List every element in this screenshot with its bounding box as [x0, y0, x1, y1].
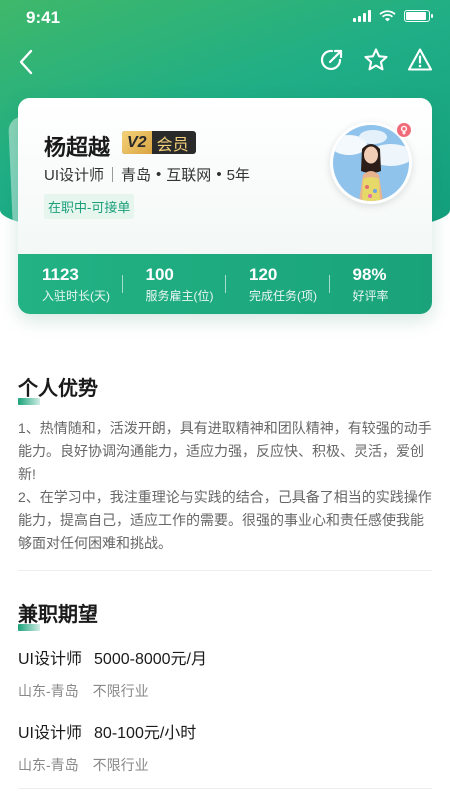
- report-button[interactable]: [406, 46, 434, 74]
- vip-badge[interactable]: V2 会员: [122, 131, 196, 154]
- stat-days: 1123 入驻时长(天): [18, 265, 122, 304]
- vip-level: V2: [122, 131, 152, 154]
- profile-role: UI设计师: [44, 167, 105, 184]
- job-location: 山东-青岛: [18, 757, 79, 773]
- profile-industry: 互联网: [166, 167, 212, 184]
- stat-label: 服务雇主(位): [145, 288, 214, 303]
- chevron-left-icon: [19, 49, 33, 75]
- battery-icon: [404, 10, 433, 22]
- job-role: UI设计师: [18, 725, 83, 742]
- section-title-text: 兼职期望: [18, 604, 98, 626]
- job-industry: 不限行业: [92, 683, 149, 699]
- section-title: 个人优势: [18, 372, 98, 405]
- job-item[interactable]: UI设计师 5000-8000元/月 山东-青岛 不限行业: [18, 645, 432, 701]
- stats-bar: 1123 入驻时长(天) 100 服务雇主(位) 120 完成任务(项) 98%…: [18, 254, 432, 314]
- stat-rating: 98% 好评率: [328, 264, 433, 304]
- warning-icon: [407, 48, 433, 71]
- job-item[interactable]: UI设计师 80-100元/小时 山东-青岛 不限行业: [18, 719, 432, 775]
- share-icon: [320, 49, 343, 71]
- job-role: UI设计师: [18, 651, 83, 668]
- section-divider: [18, 570, 432, 571]
- back-button[interactable]: [12, 46, 40, 78]
- profile-card: 杨超越 V2 会员 UI设计师 青岛 • 互联网 • 5年 在职中-可接单 11…: [18, 98, 432, 314]
- battery-level: [406, 12, 426, 20]
- job-line: UI设计师 5000-8000元/月: [18, 645, 432, 669]
- profile-experience: 5年: [226, 167, 250, 184]
- share-button[interactable]: [318, 46, 346, 74]
- advantage-section: 个人优势 1、热情随和，活泼开朗，具有进取精神和团队精神，有较强的动手能力。良好…: [18, 372, 432, 555]
- stat-tasks: 120 完成任务(项): [225, 265, 329, 304]
- signal-icon: [353, 10, 371, 22]
- status-icons: [353, 10, 433, 22]
- job-salary: 80-100元/小时: [94, 725, 197, 742]
- star-icon: [364, 48, 388, 71]
- stat-employers: 100 服务雇主(位): [121, 264, 226, 304]
- stat-label: 完成任务(项): [249, 288, 317, 303]
- section-divider: [18, 788, 432, 789]
- avatar[interactable]: [330, 122, 412, 204]
- separator-dot: •: [216, 166, 222, 183]
- status-bar: 9:41: [0, 0, 450, 36]
- stat-value: 120: [249, 264, 278, 284]
- wifi-icon: [379, 10, 396, 22]
- job-meta: 山东-青岛 不限行业: [18, 755, 432, 775]
- stat-label: 好评率: [352, 288, 389, 303]
- stat-value: 1123: [42, 264, 79, 284]
- stat-value: 100: [145, 264, 174, 284]
- female-icon: [396, 122, 412, 138]
- job-location: 山东-青岛: [18, 683, 79, 699]
- stat-label: 入驻时长(天): [42, 288, 110, 303]
- profile-info: 杨超越 V2 会员 UI设计师 青岛 • 互联网 • 5年 在职中-可接单: [18, 98, 432, 254]
- expectation-section: 兼职期望 UI设计师 5000-8000元/月 山东-青岛 不限行业 UI设计师 80…: [18, 598, 432, 775]
- section-title: 兼职期望: [18, 598, 98, 631]
- divider: [112, 167, 114, 182]
- profile-subinfo: UI设计师 青岛 • 互联网 • 5年: [44, 164, 250, 185]
- profile-name: 杨超越: [44, 135, 111, 160]
- job-salary: 5000-8000元/月: [94, 651, 207, 668]
- advantage-text: 1、热情随和，活泼开朗，具有进取精神和团队精神，有较强的动手能力。良好协调沟通能…: [18, 420, 432, 551]
- vip-label: 会员: [156, 136, 189, 154]
- nav-actions: [318, 46, 434, 74]
- section-title-text: 个人优势: [18, 378, 98, 400]
- separator-dot: •: [156, 166, 162, 183]
- job-meta: 山东-青岛 不限行业: [18, 681, 432, 701]
- status-time: 9:41: [26, 8, 61, 27]
- status-badge: 在职中-可接单: [44, 194, 135, 219]
- profile-city: 青岛: [121, 167, 152, 184]
- avatar-image: [333, 125, 409, 201]
- job-industry: 不限行业: [92, 757, 149, 773]
- stat-value: 98%: [352, 264, 387, 284]
- favorite-button[interactable]: [362, 46, 390, 74]
- job-line: UI设计师 80-100元/小时: [18, 719, 432, 743]
